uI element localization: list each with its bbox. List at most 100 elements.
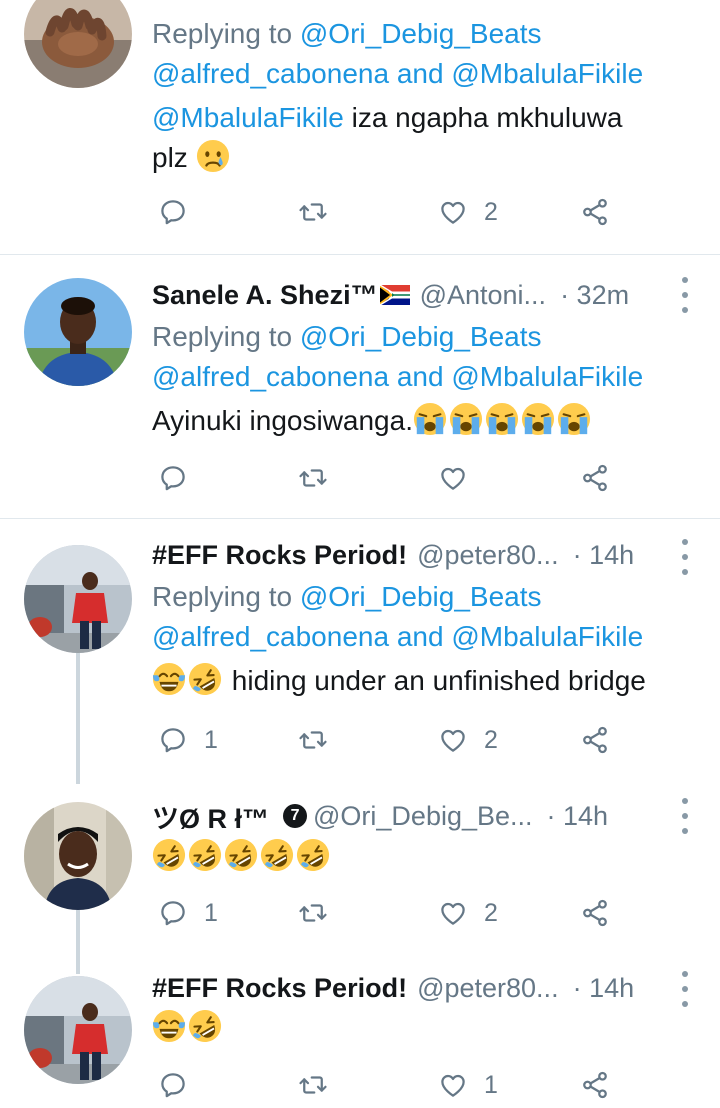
replying-to-cont: @alfred_cabonena and @MbalulaFikile	[152, 621, 644, 652]
loudly-crying-face-emoji	[521, 402, 555, 436]
loudly-crying-face-emoji	[557, 402, 591, 436]
more-options-icon[interactable]	[680, 539, 690, 575]
heart-icon	[438, 197, 468, 227]
mention-link[interactable]: @Ori_Debig_Beats	[300, 321, 542, 352]
mention-link[interactable]: @MbalulaFikile	[451, 58, 643, 89]
like-button[interactable]: 2	[438, 722, 498, 758]
share-icon	[580, 197, 610, 227]
reply-icon	[158, 898, 188, 928]
reply-icon	[158, 197, 188, 227]
timestamp[interactable]: · 14h	[573, 973, 635, 1004]
retweet-icon	[298, 1070, 328, 1100]
avatar[interactable]	[24, 802, 132, 910]
replying-to: Replying to @Ori_Debig_Beats	[152, 321, 542, 352]
tweet-header: #EFF Rocks Period! @peter80... · 14h	[152, 535, 660, 575]
mention-link[interactable]: @MbalulaFikile	[152, 102, 344, 133]
replying-to-cont: @alfred_cabonena and @MbalulaFikile	[152, 361, 644, 392]
retweet-button[interactable]	[298, 460, 328, 496]
rolling-on-floor-laughing-emoji	[296, 838, 330, 872]
avatar[interactable]	[24, 976, 132, 1084]
heart-icon	[438, 725, 468, 755]
tweet-text	[152, 1008, 700, 1048]
tweet[interactable]: ツØ R ł™ 7 @Ori_Debig_Be... · 14h 1 2	[0, 781, 720, 951]
reply-button[interactable]: 1	[158, 722, 218, 758]
share-button[interactable]	[580, 460, 610, 496]
crying-face-emoji	[196, 139, 230, 173]
avatar[interactable]	[24, 545, 132, 653]
like-button[interactable]: 1	[438, 1067, 498, 1103]
retweet-icon	[298, 898, 328, 928]
reply-icon	[158, 1070, 188, 1100]
retweet-button[interactable]	[298, 194, 328, 230]
mention-link[interactable]: @alfred_cabonena	[152, 361, 389, 392]
tears-of-joy-emoji	[152, 1009, 186, 1043]
retweet-button[interactable]	[298, 722, 328, 758]
tweet-text: hiding under an unfinished bridge	[152, 661, 700, 701]
tweet-text: @MbalulaFikile iza ngapha mkhuluwa	[152, 102, 623, 133]
reply-icon	[158, 725, 188, 755]
retweet-icon	[298, 197, 328, 227]
display-name[interactable]: ツØ R ł™	[152, 797, 269, 836]
rolling-on-floor-laughing-emoji	[260, 838, 294, 872]
like-button[interactable]: 2	[438, 895, 498, 931]
like-button[interactable]	[438, 460, 484, 496]
tweet[interactable]: Replying to @Ori_Debig_Beats @alfred_cab…	[0, 0, 720, 254]
avatar[interactable]	[24, 278, 132, 386]
tweet[interactable]: #EFF Rocks Period! @peter80... · 14h 1	[0, 951, 720, 1108]
like-button[interactable]: 2	[438, 194, 498, 230]
heart-icon	[438, 898, 468, 928]
retweet-button[interactable]	[298, 895, 328, 931]
mention-link[interactable]: @Ori_Debig_Beats	[300, 18, 542, 49]
reply-button[interactable]	[158, 194, 204, 230]
share-button[interactable]	[580, 1067, 610, 1103]
reply-button[interactable]: 1	[158, 895, 218, 931]
like-count: 2	[484, 197, 498, 226]
reply-button[interactable]	[158, 460, 204, 496]
retweet-icon	[298, 725, 328, 755]
reply-count: 1	[204, 725, 218, 754]
user-handle[interactable]: @Ori_Debig_Be...	[313, 801, 533, 832]
loudly-crying-face-emoji	[413, 402, 447, 436]
rolling-on-floor-laughing-emoji	[224, 838, 258, 872]
rolling-on-floor-laughing-emoji	[152, 838, 186, 872]
more-options-icon[interactable]	[680, 798, 690, 834]
south-africa-flag-icon	[380, 285, 410, 305]
reply-count: 1	[204, 898, 218, 927]
tweet[interactable]: Sanele A. Shezi™ @Antoni... · 32m Replyi…	[0, 255, 720, 518]
avatar[interactable]	[24, 0, 132, 88]
loudly-crying-face-emoji	[485, 402, 519, 436]
rolling-on-floor-laughing-emoji	[188, 1009, 222, 1043]
share-icon	[580, 1070, 610, 1100]
user-handle[interactable]: @peter80...	[417, 973, 559, 1004]
replying-to-cont: @alfred_cabonena and @MbalulaFikile	[152, 58, 644, 89]
share-button[interactable]	[580, 722, 610, 758]
user-handle[interactable]: @Antoni...	[420, 280, 546, 311]
user-handle[interactable]: @peter80...	[417, 540, 559, 571]
mention-link[interactable]: @MbalulaFikile	[451, 621, 643, 652]
mention-link[interactable]: @MbalulaFikile	[451, 361, 643, 392]
more-options-icon[interactable]	[680, 971, 690, 1007]
mention-link[interactable]: @alfred_cabonena	[152, 58, 389, 89]
like-count: 1	[484, 1070, 498, 1099]
display-name[interactable]: #EFF Rocks Period!	[152, 973, 407, 1004]
retweet-button[interactable]	[298, 1067, 328, 1103]
display-name[interactable]: #EFF Rocks Period!	[152, 540, 407, 571]
reply-icon	[158, 463, 188, 493]
reply-button[interactable]	[158, 1067, 204, 1103]
retweet-icon	[298, 463, 328, 493]
mention-link[interactable]: @Ori_Debig_Beats	[300, 581, 542, 612]
share-button[interactable]	[580, 194, 610, 230]
timestamp[interactable]: · 14h	[573, 540, 635, 571]
tweet-header: ツØ R ł™ 7 @Ori_Debig_Be... · 14h	[152, 796, 660, 836]
tweet-text	[152, 837, 700, 877]
mention-link[interactable]: @alfred_cabonena	[152, 621, 389, 652]
more-options-icon[interactable]	[680, 277, 690, 313]
timestamp[interactable]: · 32m	[560, 280, 629, 311]
heart-icon	[438, 463, 468, 493]
display-name[interactable]: Sanele A. Shezi™	[152, 280, 378, 311]
heart-icon	[438, 1070, 468, 1100]
tweet-header: #EFF Rocks Period! @peter80... · 14h	[152, 968, 660, 1008]
tweet[interactable]: #EFF Rocks Period! @peter80... · 14h Rep…	[0, 519, 720, 781]
share-button[interactable]	[580, 895, 610, 931]
timestamp[interactable]: · 14h	[547, 801, 609, 832]
